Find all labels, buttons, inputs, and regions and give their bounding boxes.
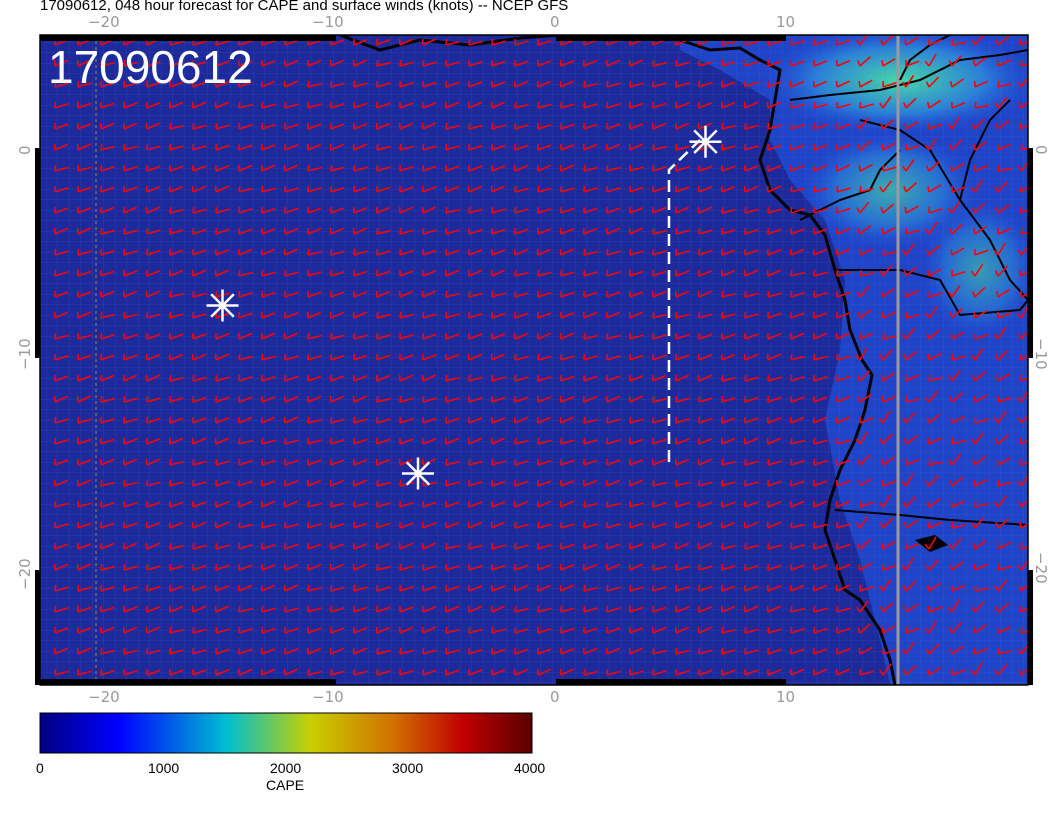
top-tick-m20: −20 xyxy=(88,13,120,31)
colorbar xyxy=(39,712,533,754)
map-figure: 17090612 −20 −10 0 10 −20 −10 0 10 0 −10… xyxy=(16,13,1050,793)
left-tick-0: 0 xyxy=(16,145,34,155)
star-south-marker xyxy=(402,457,434,490)
colorbar-tick-3000: 3000 xyxy=(392,760,423,776)
right-tick-m10: −10 xyxy=(1032,338,1050,370)
right-tick-0: 0 xyxy=(1032,145,1050,155)
left-tick-m10: −10 xyxy=(16,338,34,370)
top-tick-m10: −10 xyxy=(312,13,344,31)
colorbar-tick-0: 0 xyxy=(36,760,44,776)
top-tick-0: 0 xyxy=(550,13,560,31)
bottom-tick-m10: −10 xyxy=(312,688,344,706)
colorbar-tick-4000: 4000 xyxy=(514,760,545,776)
bottom-tick-0: 0 xyxy=(550,688,560,706)
bottom-tick-m20: −20 xyxy=(88,688,120,706)
colorbar-tick-1000: 1000 xyxy=(148,760,179,776)
star-west-marker xyxy=(206,289,239,322)
star-north-marker xyxy=(689,125,722,158)
top-tick-10: 10 xyxy=(776,13,795,31)
right-tick-m20: −20 xyxy=(1032,552,1050,584)
bottom-tick-10: 10 xyxy=(776,688,795,706)
date-stamp: 17090612 xyxy=(48,41,253,93)
left-tick-m20: −20 xyxy=(16,558,34,590)
colorbar-label: CAPE xyxy=(266,777,304,793)
colorbar-tick-2000: 2000 xyxy=(270,760,301,776)
